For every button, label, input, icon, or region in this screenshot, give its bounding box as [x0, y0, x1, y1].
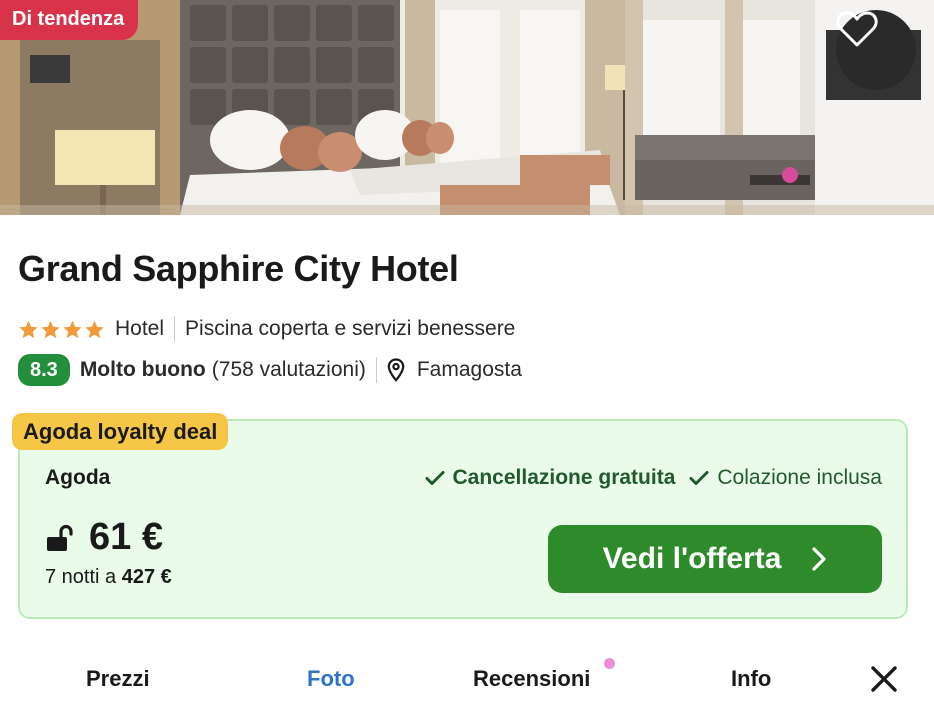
tab-prezzi[interactable]: Prezzi [86, 666, 150, 692]
heart-outline-icon [836, 11, 878, 47]
star-icon [19, 320, 38, 338]
hotel-rating-row: 8.3 Molto buono (758 valutazioni) Famago… [18, 354, 522, 386]
star-icon [85, 320, 104, 338]
divider [174, 316, 176, 342]
hotel-feature: Piscina coperta e servizi benessere [185, 317, 516, 340]
detail-tabs: Prezzi Foto Recensioni Info [0, 650, 934, 710]
star-icon [63, 320, 82, 338]
view-offer-button[interactable]: Vedi l'offerta [548, 525, 882, 593]
view-offer-label: Vedi l'offerta [602, 542, 782, 575]
perk-free-cancellation: Cancellazione gratuita [425, 466, 676, 490]
location-name[interactable]: Famagosta [417, 358, 522, 382]
hotel-name[interactable]: Grand Sapphire City Hotel [18, 248, 459, 290]
loyalty-deal-badge: Agoda loyalty deal [12, 413, 229, 450]
tab-recensioni[interactable]: Recensioni [473, 666, 590, 692]
check-icon [425, 471, 444, 485]
total-value: 427 € [121, 566, 172, 588]
location-pin-icon [387, 358, 405, 382]
perk-label: Cancellazione gratuita [452, 466, 676, 489]
chevron-right-icon [812, 547, 827, 571]
favorite-button[interactable] [836, 10, 916, 90]
hotel-meta-row: Hotel Piscina coperta e servizi benesser… [18, 314, 515, 344]
perk-breakfast: Colazione inclusa [689, 466, 882, 490]
hotel-photo[interactable]: Di tendenza [0, 0, 934, 215]
tab-info[interactable]: Info [731, 666, 771, 692]
star-icon [41, 320, 60, 338]
rating-score-badge: 8.3 [18, 354, 70, 386]
total-price: 7 notti a 427 € [45, 566, 172, 589]
notification-dot [604, 658, 615, 669]
hotel-room-image [0, 0, 934, 215]
deal-perks: Cancellazione gratuita Colazione inclusa [425, 466, 882, 490]
perk-label: Colazione inclusa [717, 466, 882, 489]
trending-badge: Di tendenza [0, 0, 139, 40]
star-rating [18, 319, 105, 340]
check-icon [689, 471, 709, 485]
total-prefix: 7 notti a [45, 566, 122, 588]
nightly-price: 61 € [89, 516, 163, 558]
divider [375, 357, 377, 383]
tab-foto[interactable]: Foto [307, 666, 355, 692]
rating-label: Molto buono [79, 358, 206, 381]
unlocked-padlock-icon [47, 524, 73, 551]
close-icon[interactable] [868, 663, 900, 695]
review-count[interactable]: (758 valutazioni) [212, 358, 366, 382]
hotel-type: Hotel [115, 317, 165, 340]
price-row: 61 € [45, 516, 163, 559]
provider-name: Agoda [45, 466, 111, 489]
